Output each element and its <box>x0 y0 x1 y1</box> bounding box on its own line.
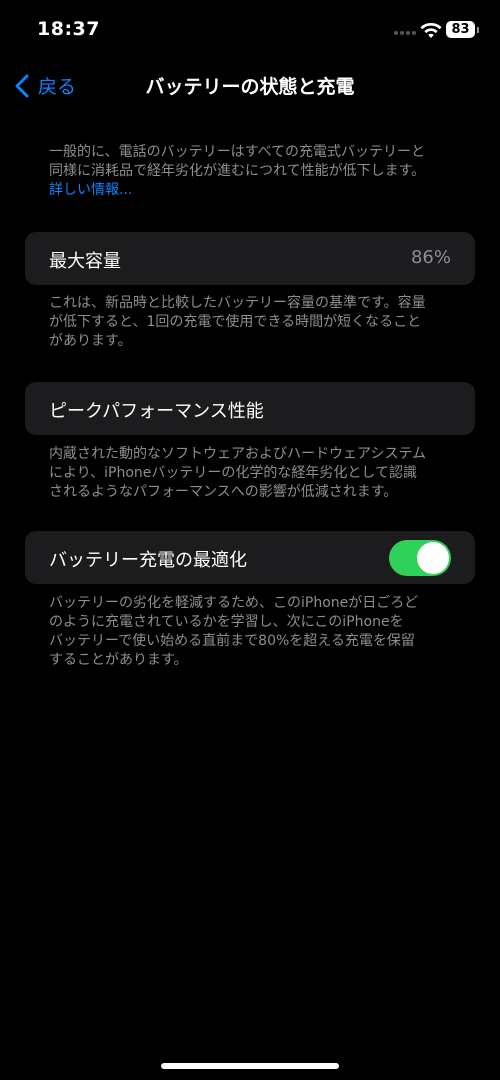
navigation-bar: 戻る バッテリーの状態と充電 <box>0 60 500 110</box>
note-line: されるようなパフォーマンスへの影響が低減されます。 <box>49 484 398 500</box>
note-line: があります。 <box>49 333 132 349</box>
maximum-capacity-note: これは、新品時と比較したバッテリー容量の基準です。容量 が低下すると、1回の充電… <box>49 294 459 351</box>
maximum-capacity-row: 最大容量 86% <box>25 232 475 285</box>
peak-performance-label: ピークパフォーマンス性能 <box>49 401 264 422</box>
optimized-charging-toggle[interactable] <box>389 540 451 576</box>
wifi-icon <box>420 23 442 38</box>
intro-line: 一般的に、電話のバッテリーはすべての充電式バッテリーと <box>49 144 426 160</box>
learn-more-link[interactable]: 詳しい情報... <box>49 181 459 200</box>
status-time: 18:37 <box>37 18 100 40</box>
note-line: バッテリーで使い始める直前まで80%を超える充電を保留 <box>49 633 415 649</box>
cellular-signal-icon <box>394 31 416 35</box>
intro-text: 一般的に、電話のバッテリーはすべての充電式バッテリーと 同様に消耗品で経年劣化が… <box>49 143 459 200</box>
toggle-knob <box>417 542 449 574</box>
peak-performance-row[interactable]: ピークパフォーマンス性能 <box>25 382 475 435</box>
optimized-charging-note: バッテリーの劣化を軽減するため、このiPhoneが日ごろど のように充電されてい… <box>49 594 459 670</box>
page-title: バッテリーの状態と充電 <box>145 76 355 98</box>
maximum-capacity-label: 最大容量 <box>49 251 121 272</box>
note-line: これは、新品時と比較したバッテリー容量の基準です。容量 <box>49 295 426 311</box>
battery-icon: 83 <box>446 21 479 38</box>
peak-performance-note: 内蔵された動的なソフトウェアおよびハードウェアシステム により、iPhoneバッ… <box>49 445 459 502</box>
note-line: により、iPhoneバッテリーの化学的な経年劣化として認識 <box>49 465 417 481</box>
optimized-charging-label: バッテリー充電の最適化 <box>49 550 247 571</box>
note-line: バッテリーの劣化を軽減するため、このiPhoneが日ごろど <box>49 595 419 611</box>
note-line: のように充電されているかを学習し、次にこのiPhoneを <box>49 614 404 630</box>
optimized-charging-row: バッテリー充電の最適化 <box>25 531 475 584</box>
maximum-capacity-value: 86% <box>410 247 451 268</box>
note-line: 内蔵された動的なソフトウェアおよびハードウェアシステム <box>49 446 427 462</box>
note-line: が低下すると、1回の充電で使用できる時間が短くなること <box>49 314 422 330</box>
note-line: することがあります。 <box>49 652 188 668</box>
status-bar: 18:37 83 <box>0 0 500 60</box>
home-indicator[interactable] <box>161 1063 339 1069</box>
intro-line: 同様に消耗品で経年劣化が進むにつれて性能が低下します。 <box>49 163 426 179</box>
